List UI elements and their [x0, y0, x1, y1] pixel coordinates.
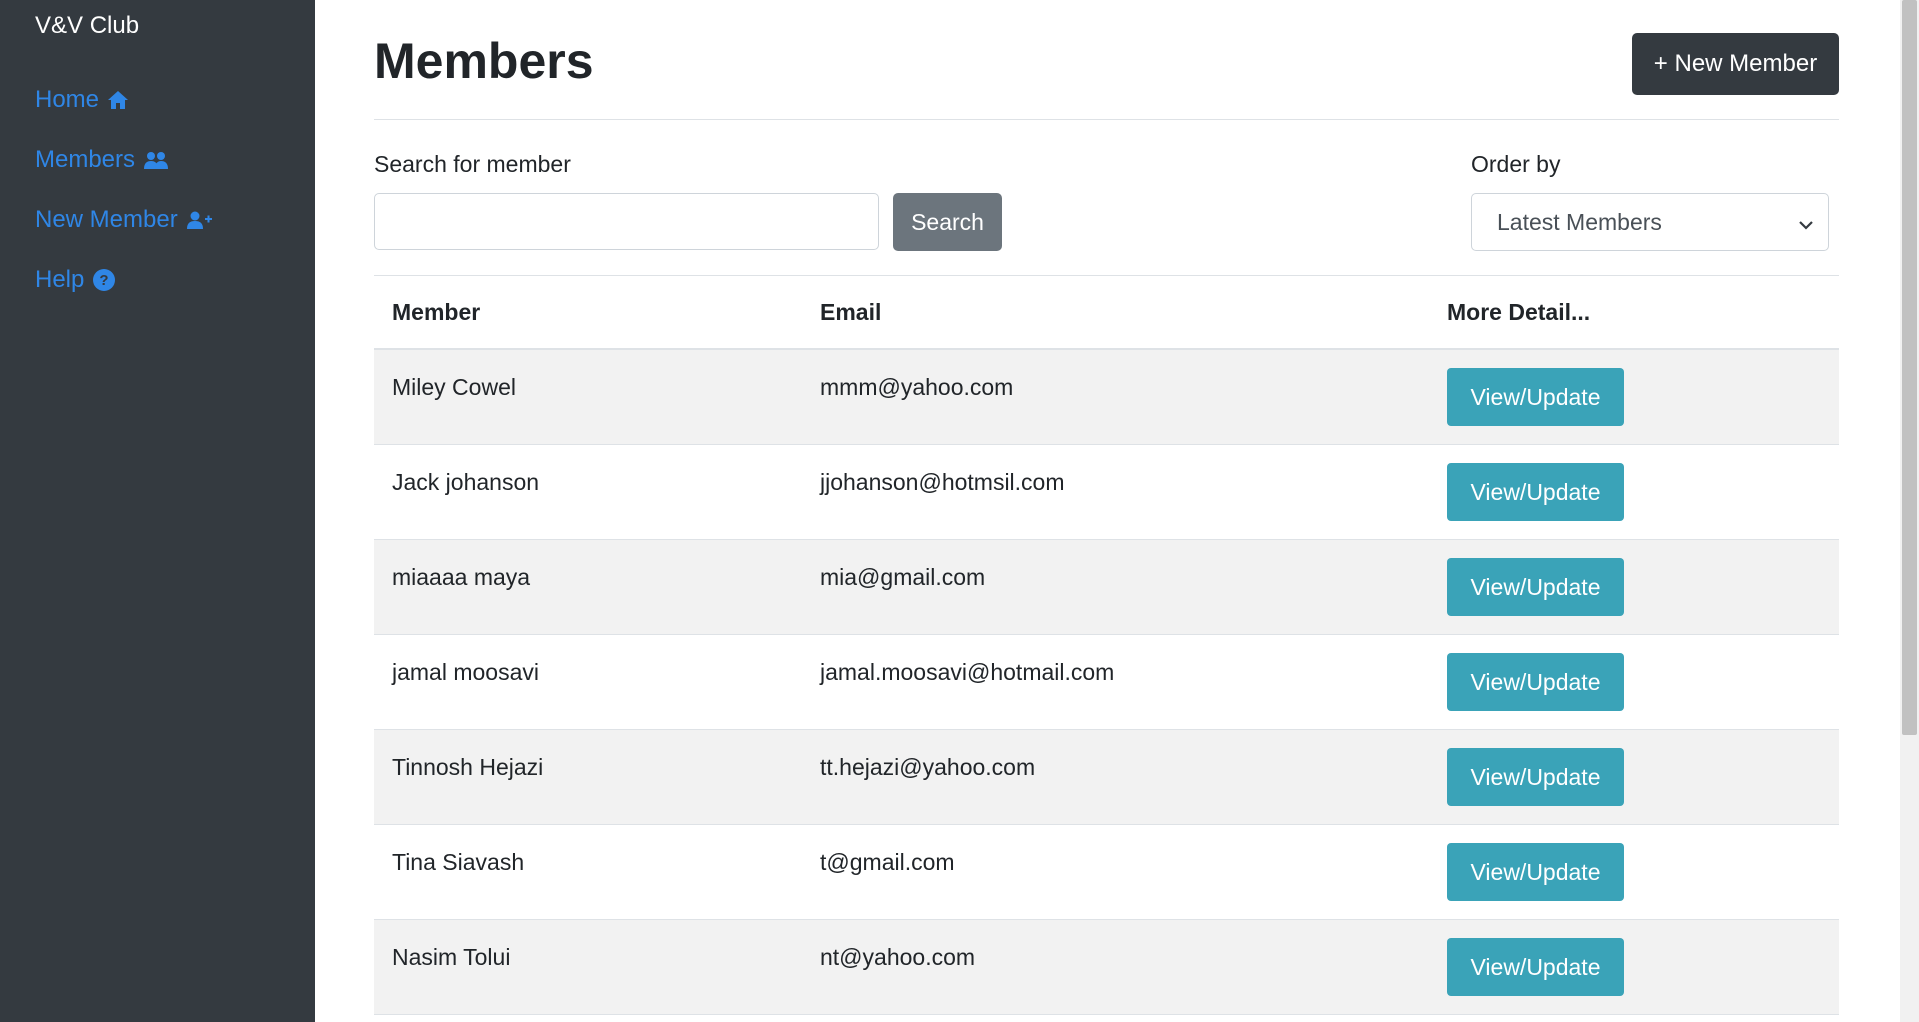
view-update-button[interactable]: View/Update: [1447, 558, 1624, 616]
view-update-button[interactable]: View/Update: [1447, 843, 1624, 901]
table-row: Nasim Tolui nt@yahoo.com View/Update: [374, 920, 1839, 1015]
member-name: Jack johanson: [392, 468, 540, 495]
table-row: Tina Siavash t@gmail.com View/Update: [374, 825, 1839, 920]
sidebar-item-help[interactable]: Help ?: [35, 266, 116, 294]
sidebar-item-home[interactable]: Home: [35, 86, 129, 114]
divider: [374, 119, 1839, 120]
member-name: Miley Cowel: [392, 373, 516, 400]
member-email: jjohanson@hotmsil.com: [820, 468, 1065, 495]
sidebar-item-new-member[interactable]: New Member: [35, 206, 212, 234]
member-name: Tinnosh Hejazi: [392, 753, 544, 780]
order-by-label: Order by: [1471, 151, 1561, 177]
member-email: mmm@yahoo.com: [820, 373, 1014, 400]
table-row: jamal moosavi jamal.moosavi@hotmail.com …: [374, 635, 1839, 730]
view-update-button[interactable]: View/Update: [1447, 463, 1624, 521]
sidebar-item-label: Members: [35, 146, 136, 173]
table-row: Tinnosh Hejazi tt.hejazi@yahoo.com View/…: [374, 730, 1839, 825]
table-header: Member Email More Detail...: [374, 276, 1839, 350]
sidebar-item-label: Help: [35, 266, 85, 293]
member-email: t@gmail.com: [820, 848, 955, 875]
column-header-member: Member: [392, 298, 481, 325]
main-content: Members + New Member Search for member S…: [374, 0, 1839, 1022]
user-plus-icon: [186, 210, 212, 230]
sidebar-item-members[interactable]: Members: [35, 146, 169, 174]
vertical-scrollbar[interactable]: [1900, 0, 1919, 1022]
scrollbar-thumb[interactable]: [1902, 0, 1917, 735]
member-email: nt@yahoo.com: [820, 943, 976, 970]
brand-title[interactable]: V&V Club: [35, 12, 139, 40]
member-email: jamal.moosavi@hotmail.com: [820, 658, 1115, 685]
member-name: Tina Siavash: [392, 848, 525, 875]
order-by-selected-value: Latest Members: [1497, 208, 1662, 235]
table-row: Miley Cowel mmm@yahoo.com View/Update: [374, 350, 1839, 445]
home-icon: [107, 90, 129, 110]
member-name: jamal moosavi: [392, 658, 539, 685]
search-label: Search for member: [374, 151, 571, 177]
sidebar-item-label: New Member: [35, 206, 178, 233]
members-table: Member Email More Detail... Miley Cowel …: [374, 276, 1839, 1015]
member-name: Nasim Tolui: [392, 943, 511, 970]
member-name: miaaaa maya: [392, 563, 531, 590]
users-icon: [143, 150, 169, 170]
column-header-email: Email: [820, 298, 882, 325]
order-by-select[interactable]: Latest Members: [1471, 193, 1829, 251]
sidebar: V&V Club Home Members New Member Help ?: [0, 0, 315, 1022]
svg-text:?: ?: [100, 272, 109, 289]
view-update-button[interactable]: View/Update: [1447, 938, 1624, 996]
sidebar-item-label: Home: [35, 86, 100, 113]
member-email: tt.hejazi@yahoo.com: [820, 753, 1036, 780]
table-row: Jack johanson jjohanson@hotmsil.com View…: [374, 445, 1839, 540]
new-member-button[interactable]: + New Member: [1632, 33, 1839, 95]
member-email: mia@gmail.com: [820, 563, 986, 590]
search-input[interactable]: [374, 193, 879, 250]
column-header-more-detail: More Detail...: [1447, 298, 1591, 325]
question-circle-icon: ?: [92, 268, 116, 292]
page-title: Members: [374, 33, 594, 89]
chevron-down-icon: [1798, 212, 1814, 239]
view-update-button[interactable]: View/Update: [1447, 748, 1624, 806]
table-row: miaaaa maya mia@gmail.com View/Update: [374, 540, 1839, 635]
view-update-button[interactable]: View/Update: [1447, 653, 1624, 711]
view-update-button[interactable]: View/Update: [1447, 368, 1624, 426]
search-button[interactable]: Search: [893, 193, 1002, 251]
